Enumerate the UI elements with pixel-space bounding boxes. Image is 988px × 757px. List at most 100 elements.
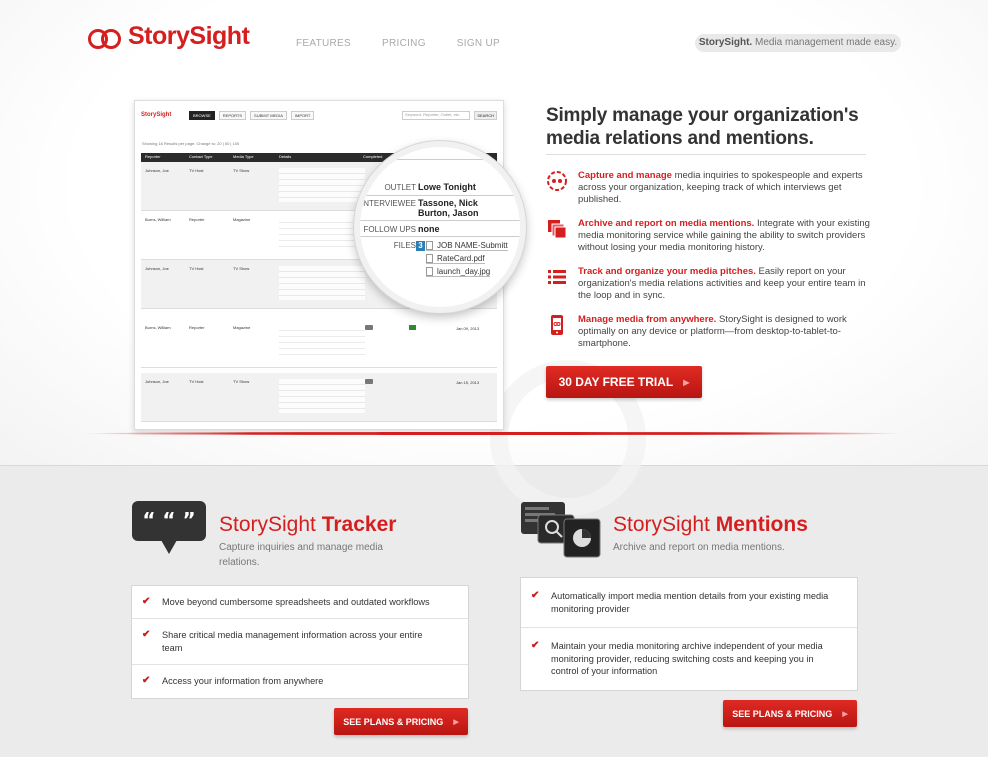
app-cell-media: Magazine [233, 217, 251, 222]
monitors-icon [521, 502, 601, 558]
app-cell-reporter: Johnson, Joe [145, 266, 169, 271]
lens-followups-label: FOLLOW UPS [363, 225, 416, 234]
list-item-text: Share critical media management informat… [162, 630, 423, 653]
hero-headline: Simply manage your organization's media … [546, 105, 859, 149]
feature-title: Archive and report on media mentions. [578, 218, 755, 229]
red-swoosh-divider [84, 432, 904, 435]
list-item: ✔ Maintain your media monitoring archive… [521, 628, 857, 690]
app-cell-media: TV Show [233, 266, 250, 271]
app-cell-details [279, 168, 365, 202]
nav-pricing[interactable]: Pricing [382, 38, 426, 49]
app-cell-icon [365, 325, 373, 330]
app-cell-reporter: Burns, William [145, 325, 171, 330]
storysight-logo[interactable]: StorySight [88, 22, 250, 51]
list-item-text: Automatically import media mention detai… [551, 591, 829, 614]
tracker-plans-button[interactable]: SEE PLANS & PRICING ▶ [334, 708, 468, 735]
app-cell-details [279, 266, 365, 300]
lens-interviewee-value-2: Burton, Jason [418, 208, 479, 218]
svg-text:“ “ ”: “ “ ” [142, 508, 195, 532]
app-import-button: IMPORT [290, 110, 315, 120]
mentions-title: StorySight Mentions [613, 513, 808, 537]
app-cell-media: TV Show [233, 379, 250, 384]
app-cell-details [279, 325, 365, 359]
nav-signup[interactable]: Sign Up [457, 38, 500, 49]
tagline-brand: StorySight. [698, 37, 753, 48]
list-item: ✔ Automatically import media mention det… [521, 578, 857, 628]
app-col-contact: Contact Type [189, 154, 213, 159]
logo-text: StorySight [128, 22, 250, 50]
lens-files-label: FILES [393, 241, 416, 250]
app-cell-date: Jan 15, 2013 [456, 380, 480, 385]
mentions-subtitle: Archive and report on media mentions. [613, 542, 785, 553]
lens-files-count-badge: 3 [416, 241, 425, 251]
list-item: ✔ Share critical media management inform… [132, 619, 468, 665]
checkmark-icon: ✔ [142, 596, 151, 607]
app-table-row: Burns, William Reporter Magazine Jan 09,… [141, 319, 497, 368]
tracker-title: StorySight Tracker [219, 513, 396, 537]
tagline-text: Media management made easy. [752, 37, 898, 48]
feature-title: Track and organize your media pitches. [578, 266, 756, 277]
lens-outlet-label: OUTLET [384, 183, 416, 192]
app-col-media: Media Type [233, 154, 254, 159]
lens-followups-value: none [418, 224, 440, 234]
tracker-subtitle: Capture inquiries and manage media relat… [219, 542, 383, 568]
app-col-details: Details [279, 154, 292, 159]
nav-features[interactable]: Features [296, 38, 351, 49]
play-arrow-icon: ▶ [842, 710, 848, 718]
app-col-reporter: Reporter [145, 154, 161, 159]
app-cell-details [279, 379, 365, 413]
lens-file-item: RateCard.pdf [426, 254, 485, 265]
lens-file-item: JOB NAME-Submitt [426, 241, 508, 252]
feature-text: Archive and report on media mentions. In… [578, 218, 873, 254]
checkmark-icon: ✔ [142, 675, 151, 686]
feature-text: Capture and manage media inquiries to sp… [578, 170, 873, 206]
app-cell-icon [365, 379, 373, 384]
tracker-features-card: ✔ Move beyond cumbersome spreadsheets an… [131, 585, 469, 699]
lens-file-item: launch_day.jpg [426, 267, 491, 278]
app-cell-reporter: Johnson, Joe [145, 168, 169, 173]
free-trial-button[interactable]: 30 DAY FREE TRIAL ▶ [546, 366, 702, 398]
checkmark-icon: ✔ [142, 629, 151, 640]
app-browse-button: BROWSE [189, 110, 215, 120]
free-trial-label: 30 DAY FREE TRIAL [558, 375, 674, 389]
speech-bubble-icon: “ “ ” [132, 501, 206, 554]
plans-label: SEE PLANS & PRICING [343, 716, 444, 727]
plans-label: SEE PLANS & PRICING [732, 708, 833, 719]
feature-text: Manage media from anywhere. StorySight i… [578, 314, 873, 350]
quote-circle-icon [547, 171, 567, 191]
list-item-text: Maintain your media monitoring archive i… [551, 641, 823, 676]
feature-title: Manage media from anywhere. [578, 314, 717, 325]
app-cell-details [279, 217, 365, 251]
app-reports-button: REPORTS [218, 110, 247, 120]
lens-divider [360, 159, 520, 160]
app-cell-date: Jan 09, 2013 [456, 326, 480, 331]
lens-interviewee-label: INTERVIEWEE [361, 199, 416, 208]
mentions-title-bold: Mentions [715, 513, 808, 536]
play-arrow-icon: ▶ [683, 377, 690, 387]
app-cell-contact: Reporter [189, 325, 205, 330]
mentions-plans-button[interactable]: SEE PLANS & PRICING ▶ [723, 700, 857, 727]
app-cell-media: TV Show [233, 168, 250, 173]
main-nav: Features Pricing Sign Up [296, 38, 500, 49]
app-cell-contact: TV Host [189, 266, 204, 271]
feature-title: Capture and manage [578, 170, 672, 181]
list-item: ✔ Access your information from anywhere [132, 665, 468, 697]
app-submit-media-button: SUBMIT MEDIA [250, 110, 287, 120]
app-logo: StorySight [141, 112, 172, 118]
app-status-badge [409, 325, 416, 330]
magnifier-lens: OUTLET Lowe Tonight INTERVIEWEE Tassone,… [354, 141, 526, 313]
app-cell-reporter: Johnson, Joe [145, 379, 169, 384]
tracker-title-bold: Tracker [321, 513, 397, 536]
app-toolbar: StorySight BROWSE REPORTS SUBMIT MEDIA I… [141, 109, 497, 121]
checkmark-icon: ✔ [531, 640, 540, 651]
lens-file-name: JOB NAME-Submitt [437, 241, 508, 250]
app-search-input: Keyword, Reporter, Outlet, etc. [402, 110, 471, 120]
list-item-text: Move beyond cumbersome spreadsheets and … [162, 597, 430, 607]
document-icon [426, 254, 433, 264]
play-arrow-icon: ▶ [453, 718, 459, 726]
lens-file-name: RateCard.pdf [437, 254, 485, 263]
lens-divider [360, 236, 520, 237]
tracker-title-prefix: StorySight [219, 513, 322, 536]
tagline-pill: StorySight. Media management made easy. [695, 34, 901, 52]
feature-text: Track and organize your media pitches. E… [578, 266, 873, 302]
